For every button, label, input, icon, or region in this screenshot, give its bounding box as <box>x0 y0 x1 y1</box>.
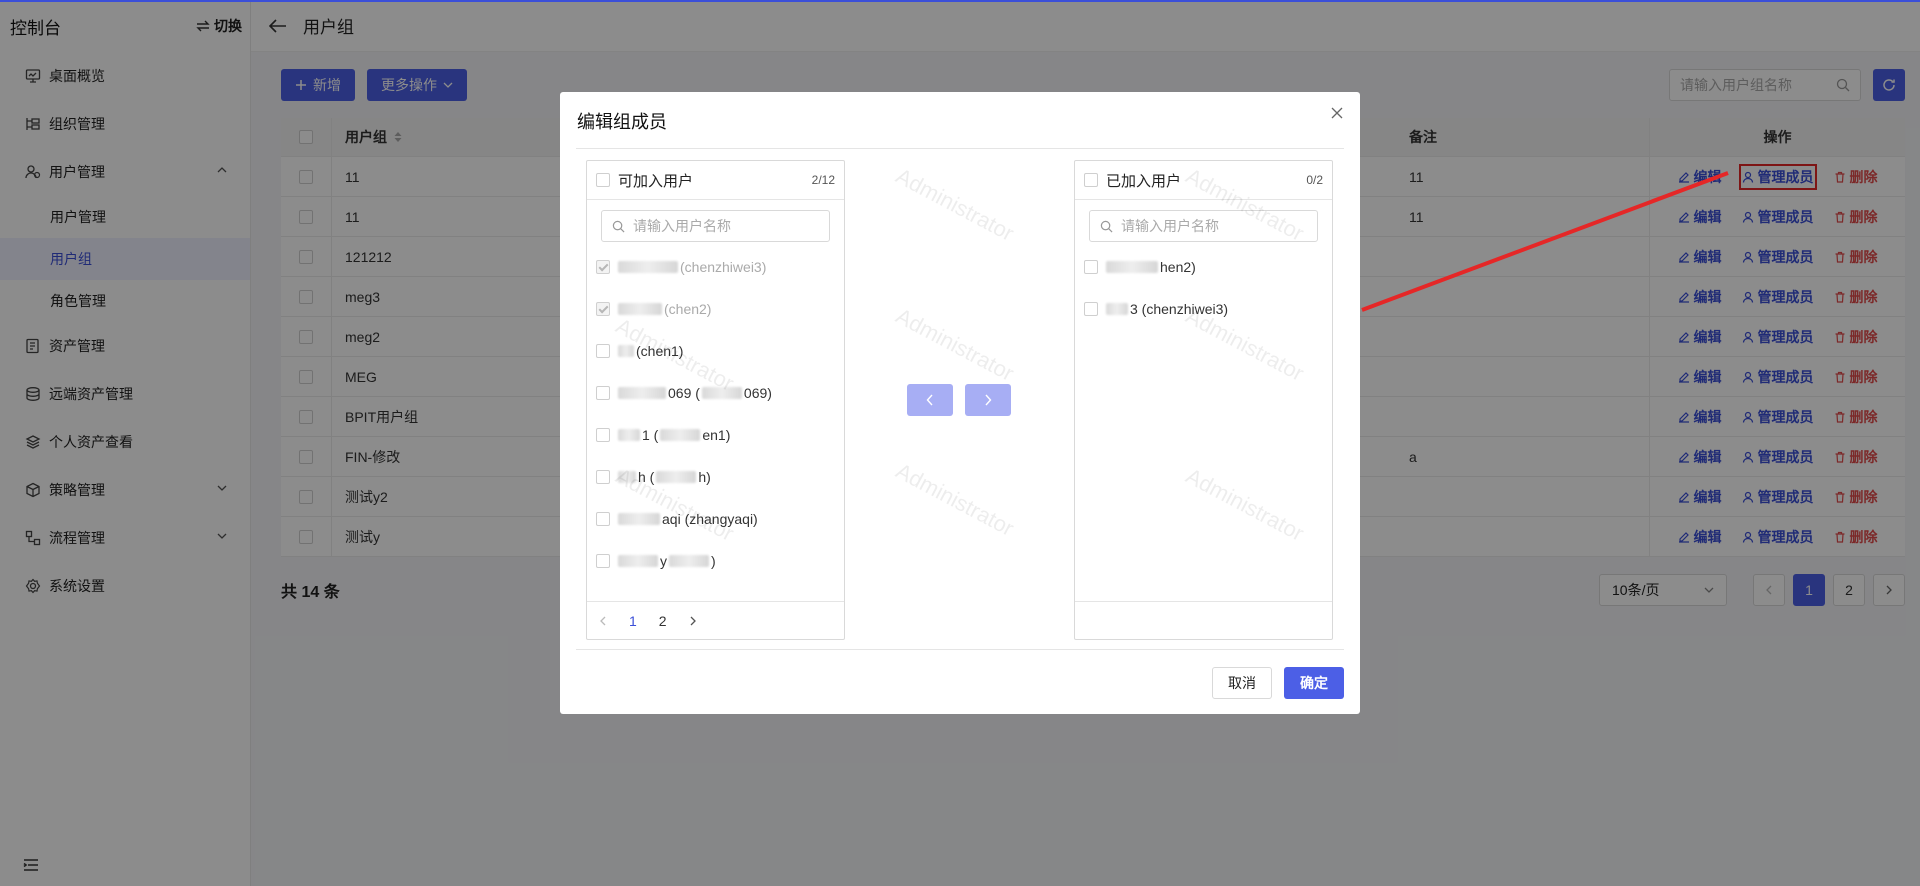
redacted-text <box>618 555 658 567</box>
user-label: (chen2) <box>664 301 712 317</box>
available-user-item[interactable]: 1 ( en1) <box>587 414 844 456</box>
user-label-tail: en1) <box>702 427 731 443</box>
redacted-text <box>618 387 666 399</box>
user-label: 1 ( <box>642 427 659 443</box>
redacted-text <box>618 471 636 483</box>
available-users-header: 可加入用户 2/12 <box>587 161 844 200</box>
chevron-right-icon[interactable] <box>689 616 697 626</box>
joined-users-count: 0/2 <box>1306 173 1323 187</box>
available-page-2[interactable]: 2 <box>659 613 667 629</box>
watermark: Administrator <box>891 303 1019 387</box>
available-select-all-checkbox[interactable] <box>596 173 610 187</box>
user-label-tail: ) <box>711 553 716 569</box>
user-checkbox[interactable] <box>596 554 610 568</box>
user-checkbox[interactable] <box>596 512 610 526</box>
available-users-search-placeholder: 请输入用户名称 <box>633 218 731 234</box>
chevron-left-icon[interactable] <box>599 616 607 626</box>
user-checkbox[interactable] <box>596 386 610 400</box>
redacted-text <box>618 345 634 357</box>
close-icon <box>1331 107 1343 119</box>
user-label: aqi (zhangyaqi) <box>662 511 758 527</box>
available-users-title: 可加入用户 <box>618 172 694 190</box>
available-user-item[interactable]: h ( h) <box>587 456 844 498</box>
available-user-item[interactable]: aqi (zhangyaqi) <box>587 498 844 540</box>
redacted-text <box>618 429 640 441</box>
user-label-tail: h) <box>698 469 711 485</box>
available-users-search-input[interactable]: 请输入用户名称 <box>601 210 830 242</box>
user-label: 069 ( <box>668 385 700 401</box>
user-checkbox[interactable] <box>596 302 610 316</box>
dialog-divider <box>576 148 1344 149</box>
close-button[interactable] <box>1330 106 1344 123</box>
redacted-text <box>701 387 742 399</box>
available-users-panel: 可加入用户 2/12 请输入用户名称 (chenzhiwei3) (chen2) (… <box>586 160 845 640</box>
user-label-tail: 069) <box>743 385 772 401</box>
user-checkbox[interactable] <box>596 260 610 274</box>
edit-members-dialog: 编辑组成员 可加入用户 2/12 请输入用户名称 (chenzhiwei3) (c… <box>560 92 1360 714</box>
watermark: Administrator <box>891 163 1019 247</box>
redacted-text <box>656 471 697 483</box>
joined-users-list: hen2) 3 (chenzhiwei3) <box>1075 246 1332 634</box>
user-checkbox[interactable] <box>1084 260 1098 274</box>
user-label: h ( <box>638 469 655 485</box>
watermark: Administrator <box>891 458 1019 542</box>
move-left-button[interactable] <box>907 384 953 416</box>
confirm-button[interactable]: 确定 <box>1284 667 1344 699</box>
available-users-pagination: 1 2 <box>587 601 844 639</box>
user-checkbox[interactable] <box>596 470 610 484</box>
joined-users-title: 已加入用户 <box>1106 172 1182 190</box>
joined-select-all-checkbox[interactable] <box>1084 173 1098 187</box>
available-user-item[interactable]: 069 ( 069) <box>587 372 844 414</box>
available-user-item[interactable]: (chen1) <box>587 330 844 372</box>
dialog-footer-divider <box>576 649 1344 650</box>
redacted-text <box>618 303 662 315</box>
available-user-item[interactable]: (chenzhiwei3) <box>587 246 844 288</box>
chevron-right-icon <box>985 394 992 406</box>
search-icon <box>1100 220 1113 232</box>
dialog-title: 编辑组成员 <box>577 112 667 132</box>
redacted-text <box>1106 261 1158 273</box>
cancel-button[interactable]: 取消 <box>1212 667 1272 699</box>
redacted-text <box>669 555 709 567</box>
user-label: (chen1) <box>636 343 684 359</box>
move-right-button[interactable] <box>965 384 1011 416</box>
search-icon <box>612 220 625 232</box>
user-checkbox[interactable] <box>596 344 610 358</box>
user-label: (chenzhiwei3) <box>680 259 767 275</box>
joined-user-item[interactable]: hen2) <box>1075 246 1332 288</box>
joined-users-header: 已加入用户 0/2 <box>1075 161 1332 200</box>
user-checkbox[interactable] <box>1084 302 1098 316</box>
redacted-text <box>660 429 701 441</box>
user-label: y <box>660 553 667 569</box>
joined-users-panel: 已加入用户 0/2 请输入用户名称 hen2) 3 (chenzhiwei3) <box>1074 160 1333 640</box>
user-label: hen2) <box>1160 259 1196 275</box>
available-user-item[interactable]: y) <box>587 540 844 582</box>
available-user-item[interactable]: (chen2) <box>587 288 844 330</box>
redacted-text <box>1106 303 1128 315</box>
available-users-count: 2/12 <box>811 173 835 187</box>
top-accent-line <box>0 0 1920 2</box>
available-page-1[interactable]: 1 <box>629 613 637 629</box>
user-label: 3 (chenzhiwei3) <box>1130 301 1229 317</box>
joined-user-item[interactable]: 3 (chenzhiwei3) <box>1075 288 1332 330</box>
available-users-list: (chenzhiwei3) (chen2) (chen1) 069 ( 069) 1 ( e… <box>587 246 844 634</box>
joined-users-search-placeholder: 请输入用户名称 <box>1121 218 1219 234</box>
chevron-left-icon <box>926 394 933 406</box>
joined-users-footer <box>1075 601 1332 639</box>
redacted-text <box>618 513 660 525</box>
redacted-text <box>618 261 678 273</box>
joined-users-search-input[interactable]: 请输入用户名称 <box>1089 210 1318 242</box>
user-checkbox[interactable] <box>596 428 610 442</box>
